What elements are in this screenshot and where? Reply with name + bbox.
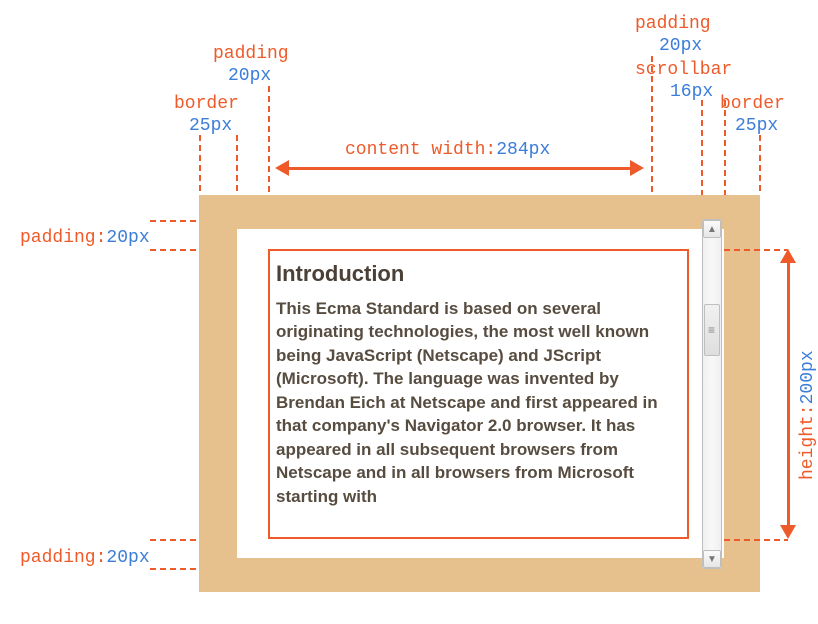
height-arrow-down [780, 525, 796, 539]
scrollbar-value: 16px [670, 82, 713, 102]
padding-right-label: padding [635, 14, 711, 34]
scrollbar-track[interactable]: ▲ ≡ ▼ [702, 219, 722, 569]
guide-border-left-outer [199, 135, 201, 195]
border-left-value: 25px [189, 116, 232, 136]
border-right-value: 25px [735, 116, 778, 136]
arrow-head-left [275, 160, 289, 176]
content-width-label: content width:284px [345, 140, 550, 160]
guide-scrollbar-left [701, 100, 703, 196]
guide-height-top [724, 249, 788, 251]
scrollbar-label: scrollbar [635, 60, 732, 80]
arrow-head-right [630, 160, 644, 176]
height-arrow-up [780, 249, 796, 263]
scrollbar-up[interactable]: ▲ [703, 220, 721, 238]
padding-top-label: padding:20px [20, 228, 150, 248]
border-bottom [199, 558, 760, 592]
border-left [199, 195, 237, 592]
guide-content-right [651, 56, 653, 196]
border-right [724, 195, 760, 592]
scrollbar-thumb[interactable]: ≡ [704, 304, 720, 356]
guide-border-right-outer [759, 135, 761, 195]
border-top [199, 195, 760, 229]
guide-scrollbar-right [724, 100, 726, 196]
padding-left-label: padding [213, 44, 289, 64]
border-right-label: border [720, 94, 785, 114]
guide-height-bot [724, 539, 788, 541]
height-label: height:200px [798, 350, 818, 480]
border-left-label: border [174, 94, 239, 114]
content-body: This Ecma Standard is based on several o… [276, 297, 681, 508]
guide-padding-left-end [268, 86, 270, 196]
height-arrow-line [787, 263, 790, 525]
padding-bottom-label: padding:20px [20, 548, 150, 568]
content-box: Introduction This Ecma Standard is based… [268, 249, 689, 539]
padding-right-value: 20px [659, 36, 702, 56]
padding-left-value: 20px [228, 66, 271, 86]
guide-border-left-inner [236, 135, 238, 195]
scrollbar-down[interactable]: ▼ [703, 550, 721, 568]
content-width-arrow [289, 167, 630, 170]
content-heading: Introduction [276, 261, 681, 287]
